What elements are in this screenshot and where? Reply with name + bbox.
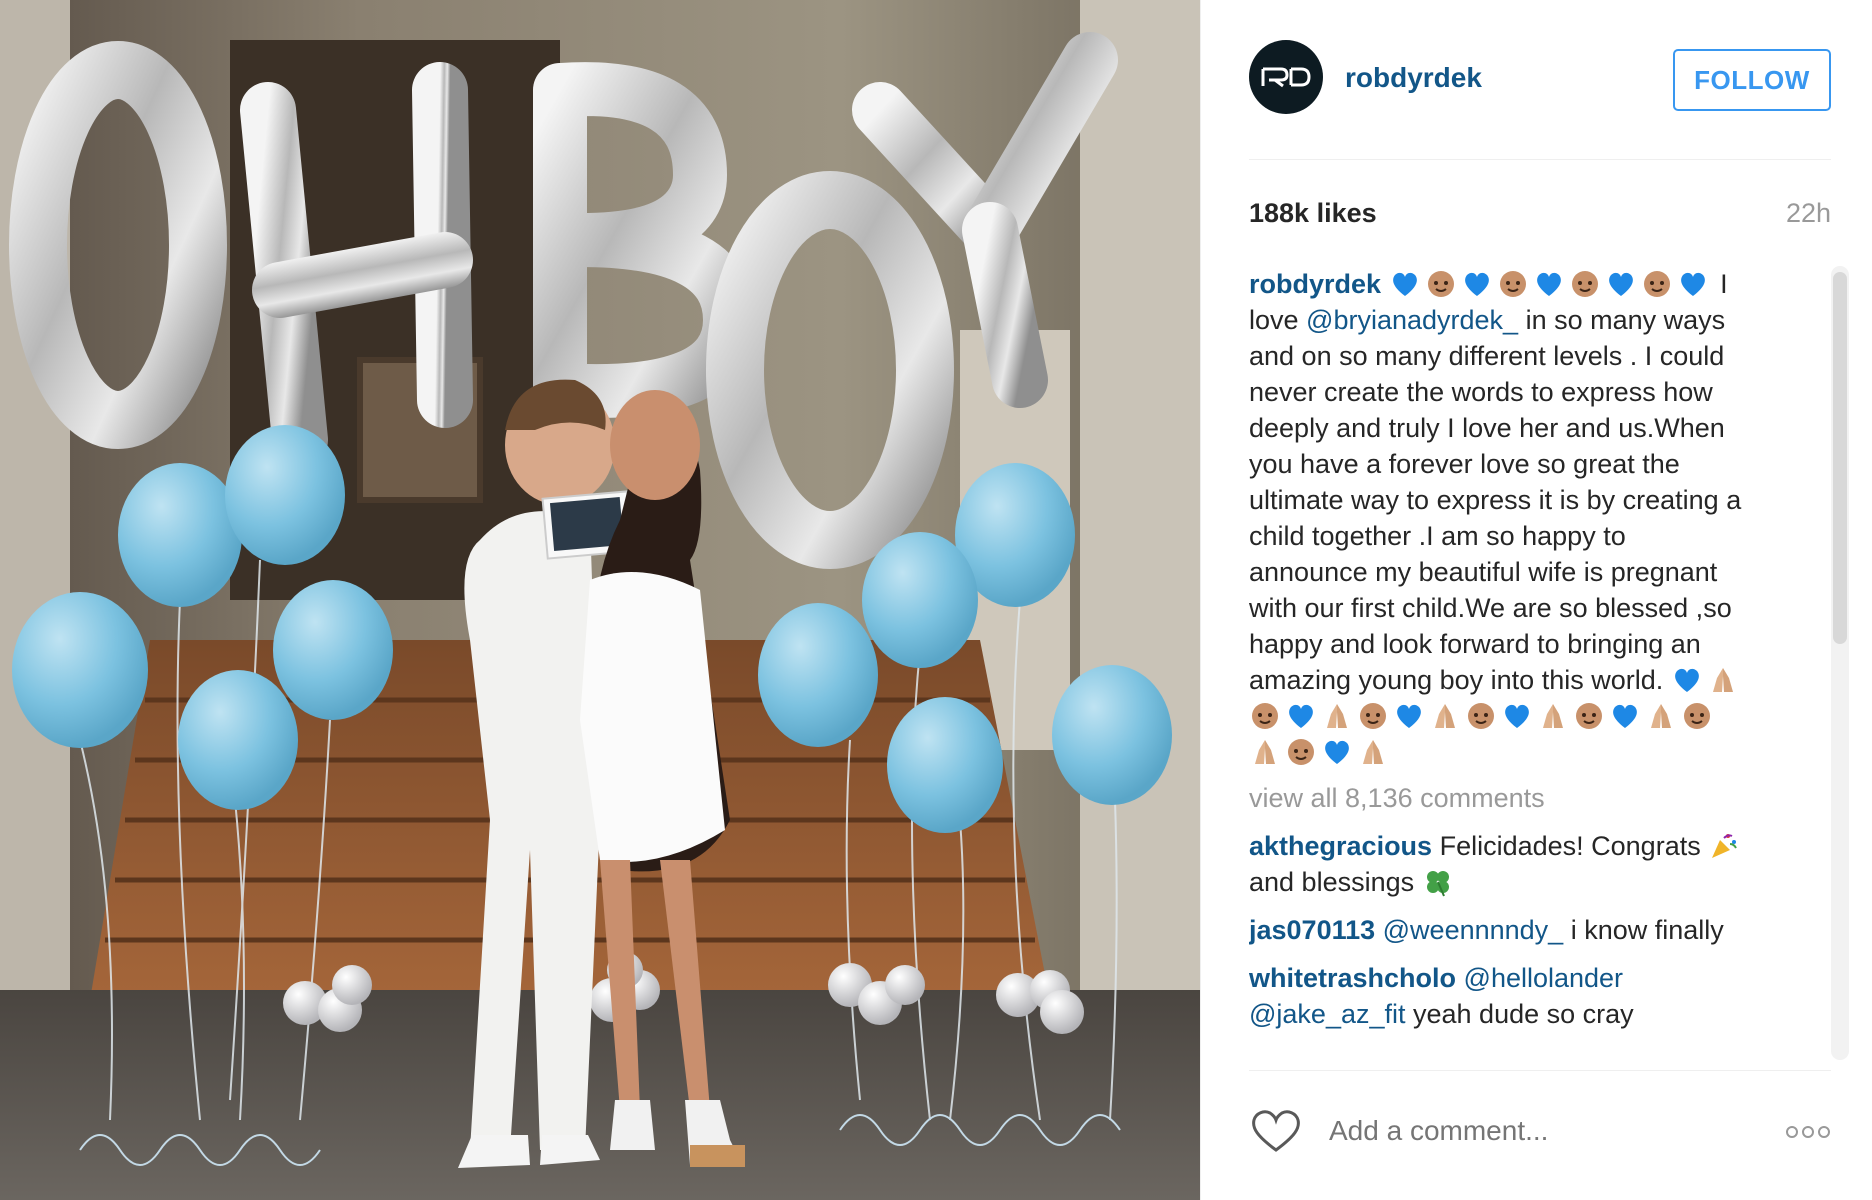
comment-text: and blessings	[1249, 867, 1422, 897]
caption-line: you have a forever love so great the	[1249, 449, 1680, 479]
post-stats: 188k likes 22h	[1249, 198, 1831, 229]
baby-icon	[1571, 271, 1598, 297]
post-username[interactable]: robdyrdek	[1345, 62, 1482, 94]
blue-heart-icon	[1289, 704, 1313, 728]
baby-icon	[1468, 703, 1494, 729]
baby-icon	[1360, 703, 1386, 729]
post-footer	[1249, 1070, 1831, 1190]
comment-mention[interactable]: @hellolander	[1456, 963, 1624, 993]
praying-hands-icon	[1435, 704, 1455, 728]
blue-heart-icon	[1392, 272, 1417, 296]
caption-emoji-row	[1249, 698, 1817, 734]
comment-username[interactable]: whitetrashcholo	[1249, 963, 1456, 993]
baby-icon	[1499, 271, 1526, 297]
praying-hands-icon	[1327, 704, 1347, 728]
blue-heart-icon	[1325, 740, 1349, 764]
caption-emoji-sequence	[1389, 269, 1721, 299]
photo-illustration	[0, 0, 1200, 1200]
caption-line: announce my beautiful wife is pregnant	[1249, 557, 1718, 587]
baby-icon	[1288, 739, 1314, 765]
caption-line: robdyrdek I	[1249, 266, 1817, 302]
post-header: robdyrdek FOLLOW	[1249, 40, 1831, 160]
comment-username[interactable]: jas070113	[1249, 915, 1375, 945]
blue-heart-icon	[1613, 704, 1637, 728]
caption-line: ultimate way to express it is by creatin…	[1249, 485, 1742, 515]
comment-mention[interactable]: @jake_az_fit	[1249, 999, 1406, 1029]
caption-text: I	[1720, 269, 1728, 299]
four-leaf-clover-icon	[1426, 871, 1449, 897]
blue-heart-icon	[1397, 704, 1421, 728]
caption-text: love	[1249, 305, 1307, 335]
caption-line: deeply and truly I love her and us.When	[1249, 413, 1725, 443]
comment-text: Felicidades! Congrats	[1432, 831, 1709, 861]
praying-hands-icon	[1363, 740, 1383, 764]
baby-icon	[1427, 271, 1454, 297]
caption-text: amazing young boy into this world.	[1249, 665, 1671, 695]
caption-text: in so many ways	[1518, 305, 1726, 335]
more-options-icon[interactable]	[1785, 1125, 1831, 1139]
comments-scrollbar-thumb[interactable]	[1833, 272, 1847, 644]
follow-button[interactable]: FOLLOW	[1673, 49, 1831, 111]
comment-mention[interactable]: @weennnndy_	[1375, 915, 1564, 945]
comment-text: yeah dude so cray	[1405, 999, 1634, 1029]
baby-icon	[1643, 271, 1670, 297]
praying-hands-icon	[1651, 704, 1671, 728]
blue-heart-icon	[1536, 272, 1561, 296]
blue-heart-icon	[1680, 272, 1705, 296]
praying-hands-icon	[1712, 668, 1733, 692]
praying-hands-icon	[1255, 740, 1275, 764]
caption-line: never create the words to express how	[1249, 377, 1713, 407]
caption: robdyrdek I love @bryianadyrdek_ in so m…	[1249, 266, 1817, 770]
baby-icon	[1252, 703, 1278, 729]
party-popper-icon	[1712, 834, 1738, 858]
caption-mention[interactable]: @bryianadyrdek_	[1306, 305, 1518, 335]
avatar[interactable]	[1249, 40, 1323, 114]
blue-heart-icon	[1674, 668, 1699, 692]
add-comment-input[interactable]	[1329, 1114, 1729, 1147]
view-all-comments-link[interactable]: view all 8,136 comments	[1249, 780, 1817, 816]
caption-line: and on so many different levels . I coul…	[1249, 341, 1725, 371]
caption-line: child together .I am so happy to	[1249, 521, 1626, 551]
caption-emoji-row	[1249, 734, 1817, 770]
rd-logo-icon	[1261, 67, 1311, 88]
comment-item: akthegracious Felicidades! Congrats and …	[1249, 828, 1817, 900]
caption-line: with our first child.We are so blessed ,…	[1249, 593, 1732, 623]
blue-heart-icon	[1608, 272, 1633, 296]
likes-count[interactable]: 188k likes	[1249, 198, 1377, 229]
comment-item: whitetrashcholo @hellolander @jake_az_fi…	[1249, 960, 1817, 1032]
post-sidebar: robdyrdek FOLLOW 188k likes 22h robdyrde…	[1200, 0, 1872, 1200]
post-timestamp[interactable]: 22h	[1786, 198, 1831, 229]
caption-username[interactable]: robdyrdek	[1249, 269, 1381, 299]
blue-heart-icon	[1505, 704, 1529, 728]
instagram-post: robdyrdek FOLLOW 188k likes 22h robdyrde…	[0, 0, 1872, 1200]
comment-text: i know finally	[1563, 915, 1724, 945]
caption-line: happy and look forward to bringing an	[1249, 629, 1701, 659]
baby-icon	[1684, 703, 1710, 729]
comments-list: robdyrdek I love @bryianadyrdek_ in so m…	[1249, 266, 1817, 1066]
comment-username[interactable]: akthegracious	[1249, 831, 1432, 861]
comment-item: jas070113 @weennnndy_ i know finally	[1249, 912, 1817, 948]
blue-heart-icon	[1464, 272, 1489, 296]
post-photo[interactable]	[0, 0, 1200, 1200]
caption-line: amazing young boy into this world.	[1249, 662, 1817, 698]
heart-icon[interactable]	[1249, 1108, 1303, 1154]
caption-line: love @bryianadyrdek_ in so many ways	[1249, 302, 1817, 338]
praying-hands-icon	[1543, 704, 1563, 728]
baby-icon	[1576, 703, 1602, 729]
